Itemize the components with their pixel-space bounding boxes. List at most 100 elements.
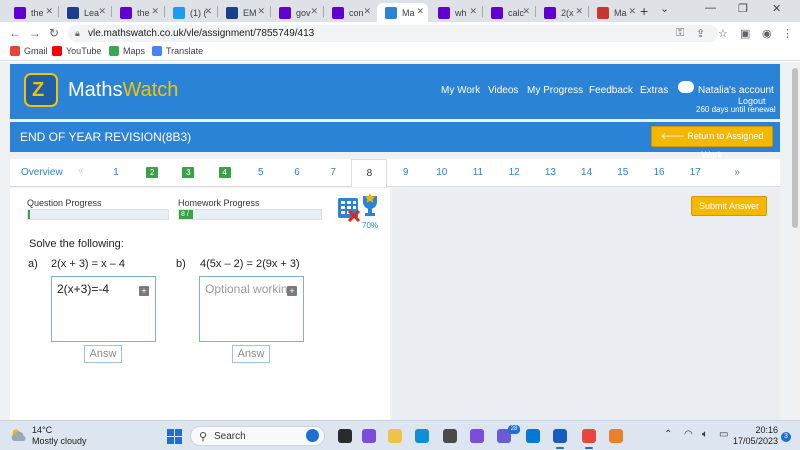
tab-question-3[interactable]: 3 [177, 167, 199, 178]
tab-question-10[interactable]: 10 [431, 167, 453, 178]
windows-start-icon[interactable] [167, 429, 182, 444]
browser-tab[interactable]: (1) (✕ [165, 3, 216, 22]
back-icon[interactable]: ← [9, 26, 21, 40]
tab-search-icon[interactable]: ⌄ [660, 2, 669, 15]
chrome-icon[interactable] [582, 429, 596, 449]
tab-question-11[interactable]: 11 [467, 167, 489, 178]
nav-my-work[interactable]: My Work [441, 85, 480, 96]
maximize-icon[interactable]: ❐ [738, 2, 748, 15]
browser-tab[interactable]: 2(x ✕ [536, 3, 587, 22]
tab-question-7[interactable]: 7 [322, 167, 344, 178]
tab-overview[interactable]: Overview [21, 167, 63, 178]
profile-icon[interactable]: ◉ [762, 27, 772, 40]
browser-tab[interactable]: EM ✕ [218, 3, 269, 22]
battery-icon[interactable]: ▭ [719, 429, 728, 440]
forward-icon[interactable]: → [29, 26, 41, 40]
wifi-icon[interactable]: ◠ [684, 429, 693, 440]
return-to-assigned-work-button[interactable]: 🡐 Return to Assigned Work [651, 126, 773, 160]
tab-question-2[interactable]: 2 [141, 167, 163, 178]
omnibox[interactable]: 🔒︎ vle.mathswatch.co.uk/vle/assignment/7… [68, 25, 718, 42]
close-tab-icon[interactable]: ✕ [416, 6, 424, 17]
bookmark-youtube[interactable]: YouTube [52, 46, 101, 56]
browser-tab[interactable]: gov ✕ [271, 3, 322, 22]
orange-app-icon[interactable] [609, 429, 623, 443]
edge-icon[interactable] [415, 429, 429, 443]
tab-question-6[interactable]: 6 [286, 167, 308, 178]
nav-extras[interactable]: Extras [640, 85, 668, 96]
close-tab-icon[interactable]: ✕ [151, 6, 159, 17]
site-logo[interactable]: MathsWatch [68, 79, 178, 102]
tab-question-9[interactable]: 9 [395, 167, 417, 178]
close-tab-icon[interactable]: ✕ [45, 6, 53, 17]
mathswatch-logo-icon[interactable]: Z [24, 73, 58, 107]
reload-icon[interactable]: ↻ [49, 26, 59, 40]
weather-description[interactable]: Mostly cloudy [32, 436, 87, 446]
submit-answer-button[interactable]: Submit Answer [691, 196, 767, 216]
tab-question-13[interactable]: 13 [539, 167, 561, 178]
part-b-answer-input[interactable]: Answ [232, 345, 270, 363]
tab-question-1[interactable]: 1 [105, 167, 127, 178]
tab-question-5[interactable]: 5 [250, 167, 272, 178]
next-question-arrow[interactable]: » [726, 167, 748, 178]
part-a-answer-input[interactable]: Answ [84, 345, 122, 363]
account-name[interactable]: Natalia's account [698, 85, 774, 96]
teams-chat-icon[interactable] [362, 429, 376, 443]
file-explorer-icon[interactable] [388, 429, 402, 443]
bookmark-gmail[interactable]: Gmail [10, 46, 48, 56]
account-chat-icon[interactable] [678, 81, 694, 93]
bookmark-translate[interactable]: Translate [152, 46, 203, 56]
menu-icon[interactable]: ⋮ [782, 27, 793, 40]
part-b-working-placeholder[interactable]: Optional working [205, 282, 294, 296]
close-tab-icon[interactable]: ✕ [469, 6, 477, 17]
bookmark-star-icon[interactable]: ☆ [718, 27, 728, 40]
word-icon[interactable] [553, 429, 567, 449]
side-panel-icon[interactable]: ▣ [740, 27, 750, 40]
page-scrollbar[interactable] [790, 62, 800, 420]
tab-question-12[interactable]: 12 [503, 167, 525, 178]
expand-plus-icon[interactable]: + [287, 286, 297, 296]
url-text[interactable]: vle.mathswatch.co.uk/vle/assignment/7855… [88, 28, 314, 39]
bookmark-maps[interactable]: Maps [109, 46, 145, 56]
tab-question-14[interactable]: 14 [576, 167, 598, 178]
close-tab-icon[interactable]: ✕ [204, 6, 212, 17]
browser-tab[interactable]: the ✕ [6, 3, 57, 22]
minimize-icon[interactable]: — [705, 2, 716, 14]
part-b-working-box[interactable]: Optional working + [199, 276, 304, 342]
taskbar-search[interactable]: ⚲ Search [190, 426, 325, 446]
part-a-working-text[interactable]: 2(x+3)=-4 [57, 282, 109, 296]
browser-tab[interactable]: wh ✕ [430, 3, 481, 22]
clock-date[interactable]: 17/05/2023 [733, 436, 778, 446]
clock-time[interactable]: 20:16 [748, 425, 778, 435]
nav-feedback[interactable]: Feedback [589, 85, 633, 96]
tab-question-16[interactable]: 16 [648, 167, 670, 178]
browser-tab[interactable]: Lea ✕ [59, 3, 110, 22]
close-tab-icon[interactable]: ✕ [522, 6, 530, 17]
notification-badge[interactable]: 3 [781, 432, 791, 442]
bing-icon[interactable] [306, 429, 319, 442]
tray-chevron-icon[interactable]: ⌃ [664, 429, 672, 440]
purple-app-icon[interactable] [470, 429, 484, 443]
prev-question-arrow[interactable]: « [78, 165, 84, 176]
store-icon[interactable] [443, 429, 457, 443]
tab-question-17[interactable]: 17 [684, 167, 706, 178]
close-tab-icon[interactable]: ✕ [628, 6, 636, 17]
close-tab-icon[interactable]: ✕ [310, 6, 318, 17]
close-window-icon[interactable]: ✕ [772, 2, 781, 15]
task-view-icon[interactable] [338, 429, 352, 443]
nav-videos[interactable]: Videos [488, 85, 518, 96]
key-icon[interactable]: ⚿ [676, 27, 684, 40]
tab-question-4[interactable]: 4 [214, 167, 236, 178]
close-tab-icon[interactable]: ✕ [98, 6, 106, 17]
close-tab-icon[interactable]: ✕ [257, 6, 265, 17]
browser-tab[interactable]: the ✕ [112, 3, 163, 22]
cloud-icon[interactable] [11, 428, 27, 442]
browser-tab[interactable]: con ✕ [324, 3, 375, 22]
copilot-icon[interactable] [526, 429, 540, 443]
close-tab-icon[interactable]: ✕ [363, 6, 371, 17]
close-tab-icon[interactable]: ✕ [575, 6, 583, 17]
new-tab-button[interactable]: + [640, 3, 648, 19]
browser-tab[interactable]: Ma ✕ [589, 3, 640, 22]
expand-plus-icon[interactable]: + [139, 286, 149, 296]
scrollbar-thumb[interactable] [792, 68, 798, 228]
speaker-icon[interactable]: 🔈︎ [702, 429, 708, 440]
